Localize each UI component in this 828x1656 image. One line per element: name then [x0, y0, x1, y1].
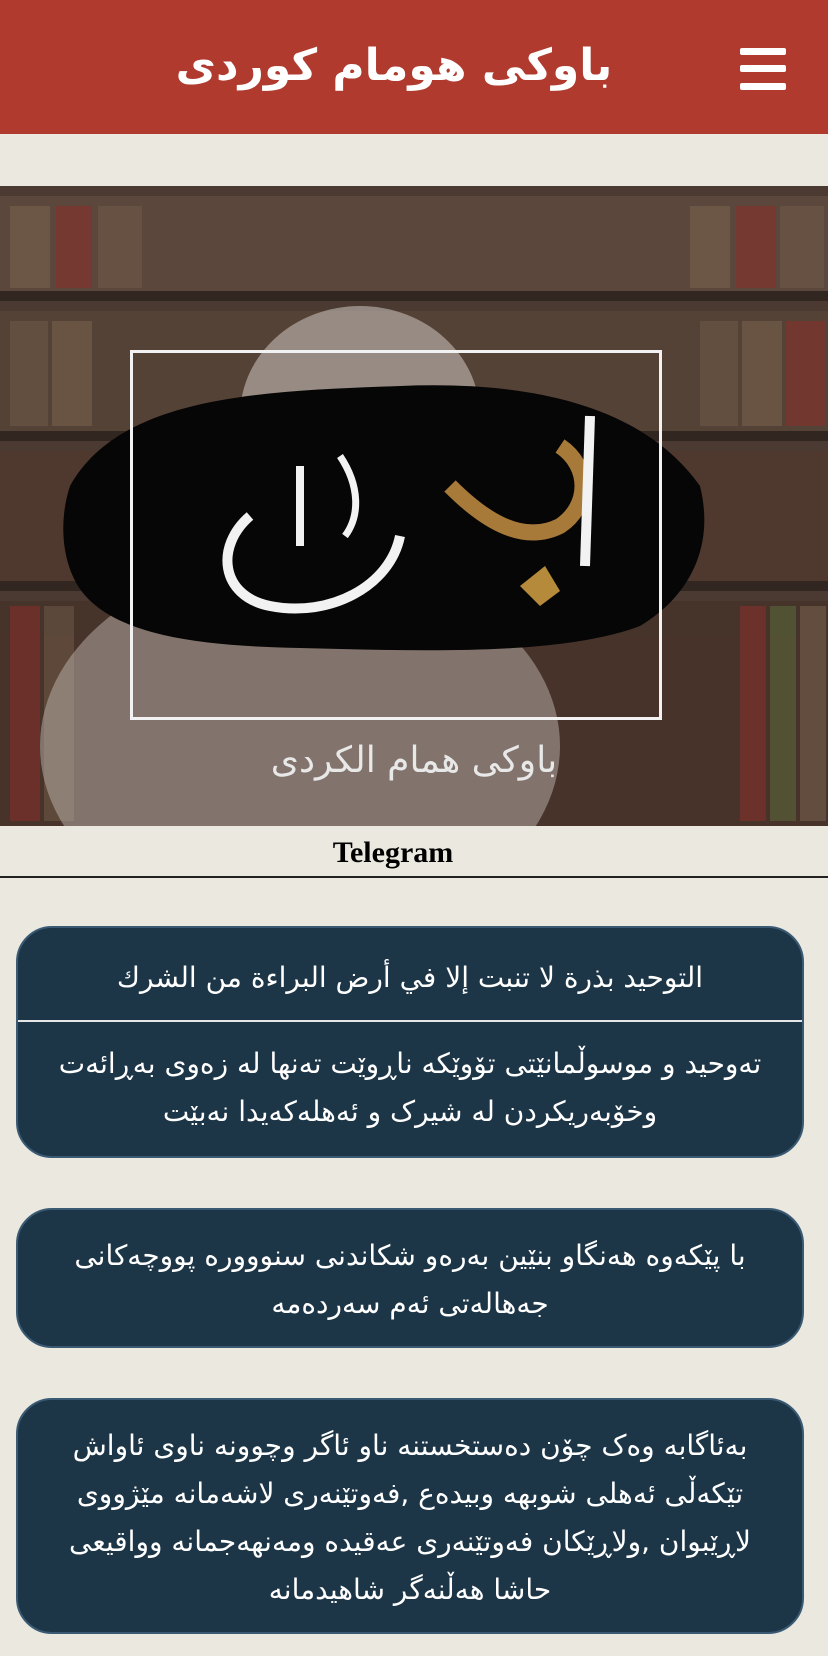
post-card[interactable]: با پێکەوە هەنگاو بنێین بەرەو شکاندنی سنو…: [16, 1208, 804, 1348]
post-card[interactable]: بەئاگابە وەک چۆن دەستخستنە ناو ئاگر وچوو…: [16, 1398, 804, 1634]
post-card[interactable]: التوحيد بذرة لا تنبت إلا في أرض البراءة …: [16, 926, 804, 1158]
card-divider: [18, 1020, 802, 1022]
telegram-label[interactable]: Telegram: [0, 836, 786, 870]
post-text: با پێکەوە هەنگاو بنێین بەرەو شکاندنی سنو…: [74, 1239, 746, 1320]
post-text: بەئاگابە وەک چۆن دەستخستنە ناو ئاگر وچوو…: [69, 1429, 751, 1606]
post-kurdish-text: تەوحید و موسوڵمانێتی تۆوێکە ناڕوێت تەنها…: [58, 1047, 762, 1128]
app-title: باوکی هومام کوردی: [175, 40, 613, 91]
divider-line: [0, 876, 828, 878]
app-header: باوکی هومام کوردی: [0, 0, 828, 134]
banner-caption: باوکی همام الکردی: [270, 740, 558, 781]
logo-frame: [130, 350, 662, 720]
banner-image: باوکی همام الکردی: [0, 186, 828, 826]
post-arabic-text: التوحيد بذرة لا تنبت إلا في أرض البراءة …: [116, 961, 704, 994]
